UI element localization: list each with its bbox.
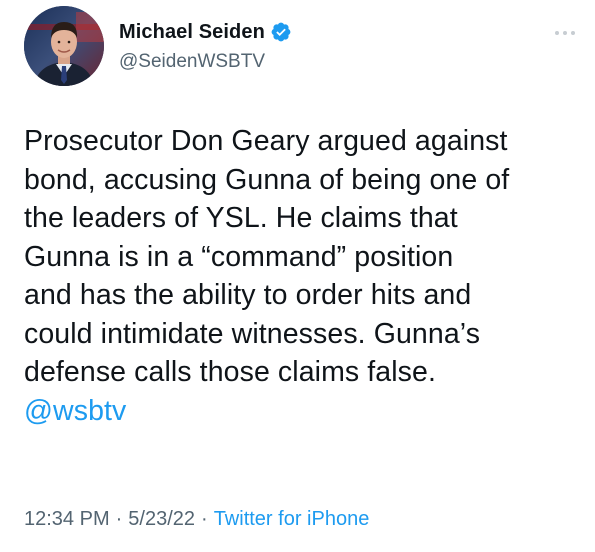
tweet-source-link[interactable]: Twitter for iPhone xyxy=(214,508,370,530)
avatar[interactable] xyxy=(24,6,104,86)
tweet-date[interactable]: 5/23/22 xyxy=(128,508,195,530)
tweet-time[interactable]: 12:34 PM xyxy=(24,508,110,530)
tweet-text-line: bond, accusing Gunna of being one of xyxy=(24,163,510,196)
tweet-text-line: Gunna is in a “command” position xyxy=(24,240,454,273)
meta-separator: · xyxy=(115,508,123,530)
tweet-text-line: Prosecutor Don Geary argued against xyxy=(24,125,508,157)
mention-link[interactable]: @wsbtv xyxy=(24,392,584,431)
author-handle[interactable]: @SeidenWSBTV xyxy=(119,51,265,73)
meta-separator: · xyxy=(201,508,208,530)
verified-badge-icon xyxy=(270,21,292,43)
tweet-text-line: and has the ability to order hits and xyxy=(24,279,472,311)
tweet-text: Prosecutor Don Geary argued against bond… xyxy=(24,122,584,430)
tweet-card: Michael Seiden @SeidenWSBTV Prosecutor D… xyxy=(0,0,595,552)
tweet-text-line: defense calls those claims false. xyxy=(24,356,436,388)
more-options-icon[interactable] xyxy=(555,30,575,36)
author-display-name[interactable]: Michael Seiden xyxy=(119,21,265,44)
author-name-row[interactable]: Michael Seiden xyxy=(119,19,292,45)
tweet-text-line: the leaders of YSL. He claims that xyxy=(24,202,458,234)
tweet-text-line: could intimidate witnesses. Gunna’s xyxy=(24,317,481,350)
tweet-metadata: 12:34 PM · 5/23/22 · Twitter for iPhone xyxy=(24,508,369,531)
